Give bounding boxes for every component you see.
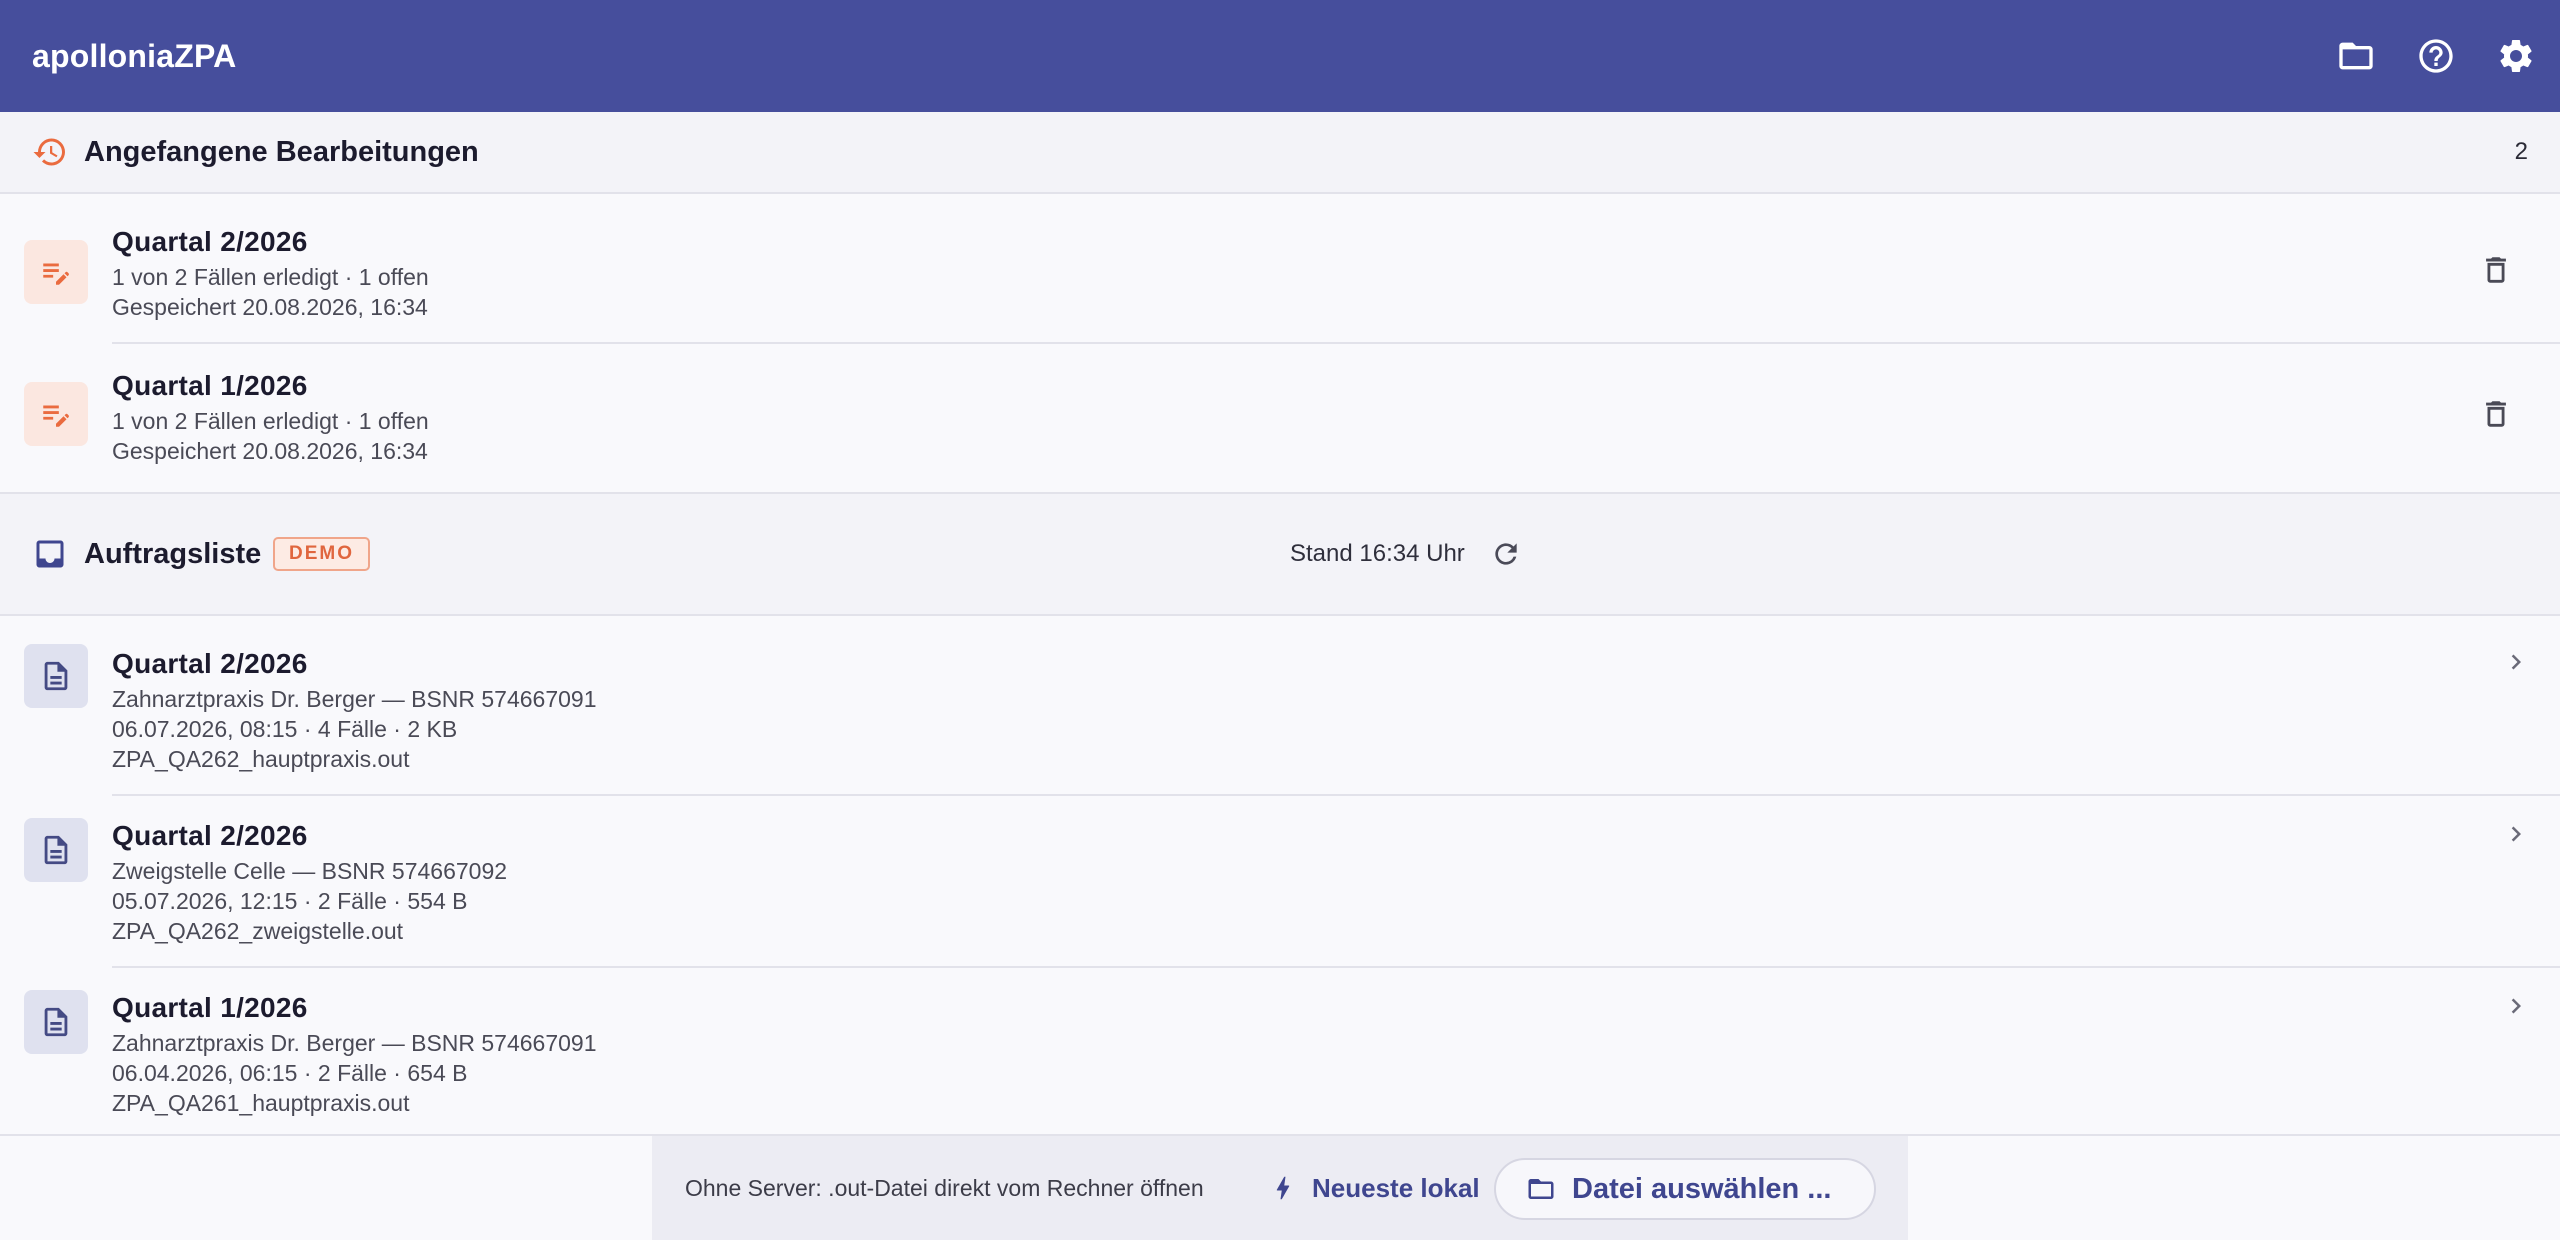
order-title: Quartal 2/2026 (112, 820, 308, 851)
order-meta: 06.04.2026, 06:15 · 2 Fälle · 654 B (112, 1060, 468, 1086)
help-icon[interactable] (2408, 28, 2464, 84)
draft-saved: Gespeichert 20.08.2026, 16:34 (112, 438, 428, 464)
settings-icon[interactable] (2488, 28, 2544, 84)
bolt-icon (1276, 1176, 1290, 1200)
drafts-count: 2 (2514, 138, 2528, 165)
latest-local-button[interactable]: Neueste lokal (1268, 1160, 1480, 1216)
draft-title: Quartal 2/2026 (112, 226, 308, 257)
draft-saved: Gespeichert 20.08.2026, 16:34 (112, 294, 428, 320)
folder-icon (1528, 1179, 1554, 1199)
order-item[interactable]: Quartal 1/2026 Zahnarztpraxis Dr. Berger… (0, 968, 2560, 1134)
order-filename: ZPA_QA262_zweigstelle.out (112, 918, 404, 944)
order-item[interactable]: Quartal 2/2026 Zahnarztpraxis Dr. Berger… (0, 618, 2560, 794)
order-practice: Zweigstelle Celle — BSNR 574667092 (112, 858, 508, 884)
header-actions (2328, 28, 2544, 84)
document-icon (24, 818, 88, 882)
app-header: apolloniaZPA (0, 0, 2560, 112)
order-filename: ZPA_QA262_hauptpraxis.out (112, 746, 410, 772)
history-icon (33, 138, 65, 166)
delete-icon[interactable] (2472, 246, 2520, 294)
choose-file-button[interactable]: Datei auswählen ... (1494, 1158, 1876, 1220)
orders-title: Auftragsliste (84, 537, 262, 570)
order-meta: 05.07.2026, 12:15 · 2 Fälle · 554 B (112, 888, 468, 914)
edit-note-icon (24, 240, 88, 304)
drafts-header: Angefangene Bearbeitungen 2 (0, 112, 2560, 194)
document-icon (24, 990, 88, 1054)
draft-item[interactable]: Quartal 2/2026 1 von 2 Fällen erledigt ·… (0, 196, 2560, 342)
order-title: Quartal 1/2026 (112, 992, 308, 1023)
order-item[interactable]: Quartal 2/2026 Zweigstelle Celle — BSNR … (0, 796, 2560, 966)
chevron-right-icon (2496, 986, 2536, 1026)
delete-icon[interactable] (2472, 390, 2520, 438)
choose-file-label: Datei auswählen ... (1572, 1172, 1832, 1205)
inbox-icon (36, 540, 64, 568)
demo-badge: DEMO (273, 537, 370, 571)
order-filename: ZPA_QA261_hauptpraxis.out (112, 1090, 410, 1116)
draft-progress: 1 von 2 Fällen erledigt · 1 offen (112, 408, 429, 434)
order-title: Quartal 2/2026 (112, 648, 308, 679)
draft-item[interactable]: Quartal 1/2026 1 von 2 Fällen erledigt ·… (0, 344, 2560, 490)
local-open-hint: Ohne Server: .out-Datei direkt vom Rechn… (685, 1174, 1204, 1201)
order-practice: Zahnarztpraxis Dr. Berger — BSNR 5746670… (112, 686, 597, 712)
chevron-right-icon (2496, 814, 2536, 854)
edit-note-icon (24, 382, 88, 446)
chevron-right-icon (2496, 642, 2536, 682)
orders-header: Auftragsliste DEMO Stand 16:34 Uhr (0, 492, 2560, 616)
drafts-title: Angefangene Bearbeitungen (84, 135, 479, 168)
refresh-icon[interactable] (1486, 534, 1526, 574)
latest-local-label: Neueste lokal (1312, 1172, 1480, 1203)
app-title: apolloniaZPA (32, 37, 237, 74)
draft-progress: 1 von 2 Fällen erledigt · 1 offen (112, 264, 429, 290)
order-meta: 06.07.2026, 08:15 · 4 Fälle · 2 KB (112, 716, 458, 742)
local-open-bar: Ohne Server: .out-Datei direkt vom Rechn… (652, 1136, 1908, 1240)
last-updated: Stand 16:34 Uhr (1290, 540, 1465, 567)
folder-icon[interactable] (2328, 28, 2384, 84)
order-practice: Zahnarztpraxis Dr. Berger — BSNR 5746670… (112, 1030, 597, 1056)
draft-title: Quartal 1/2026 (112, 370, 308, 401)
document-icon (24, 644, 88, 708)
